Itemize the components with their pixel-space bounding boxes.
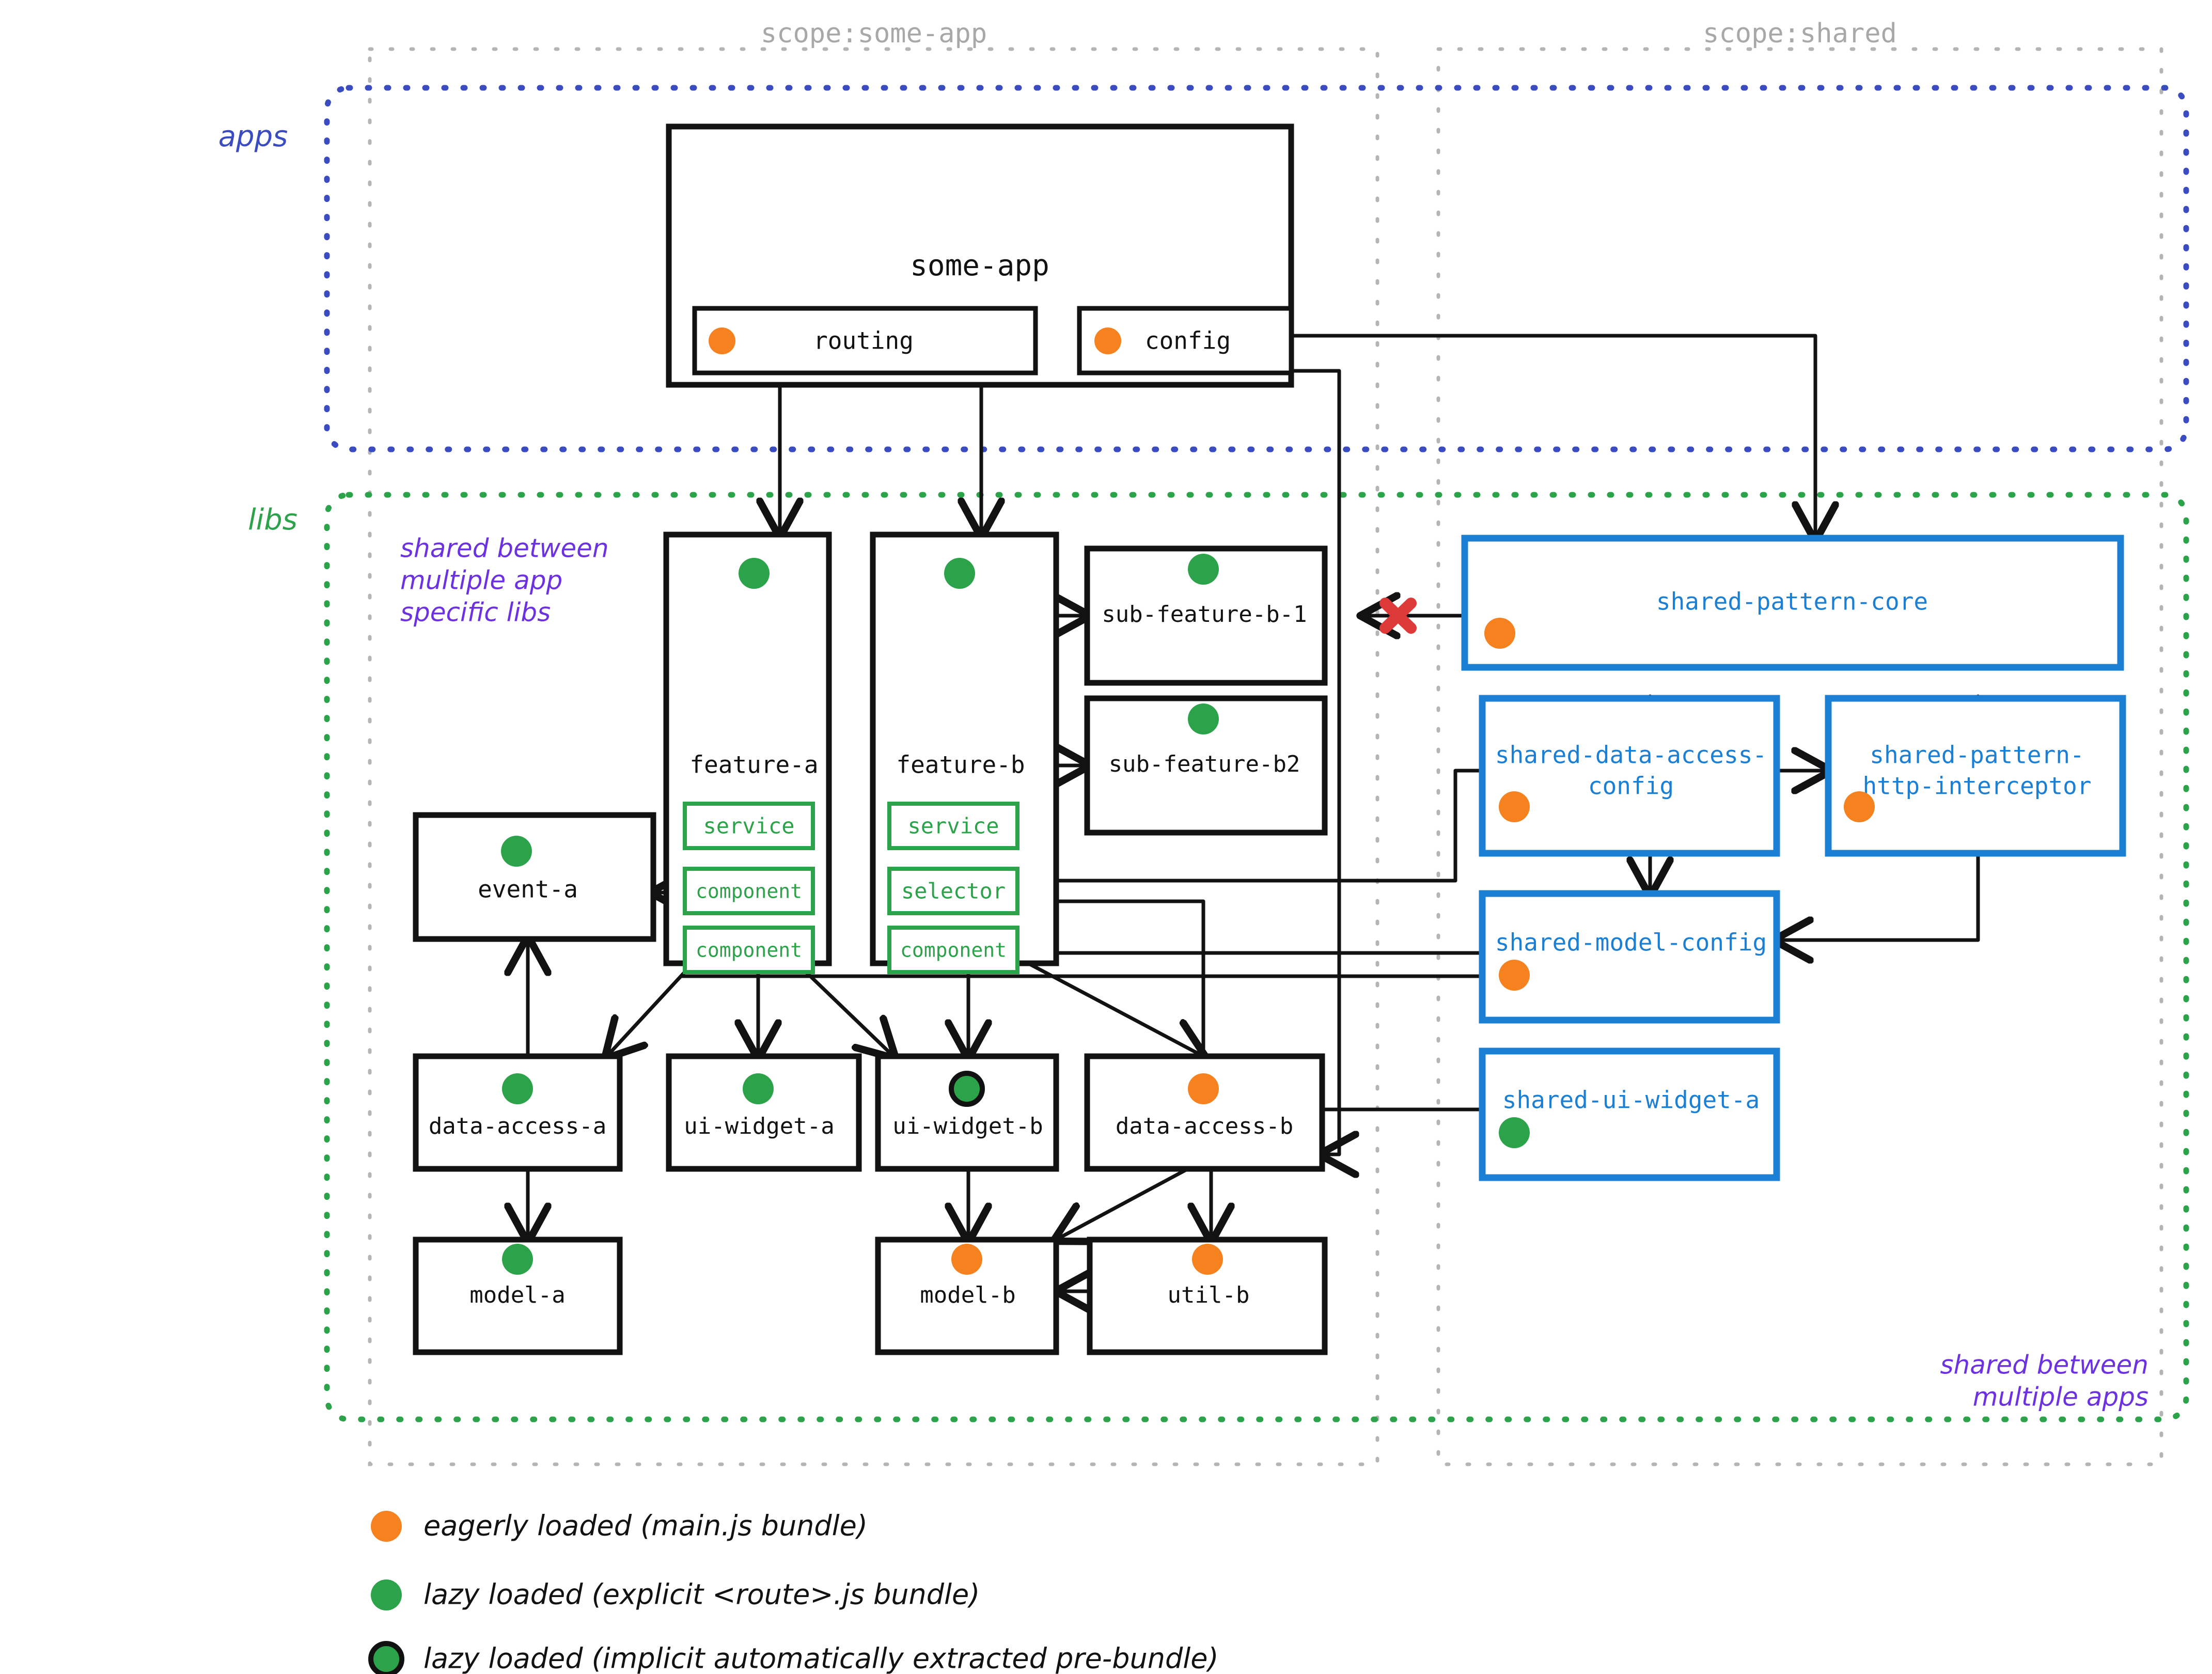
legend-item-lazy-implicit: lazy loaded (implicit automatically extr… — [368, 1641, 1219, 1674]
bundle-dot-lazy-explicit — [1499, 1117, 1530, 1148]
shared-lib-box-shared-ui-widget-a[interactable]: shared-ui-widget-a — [1479, 1047, 1780, 1181]
legend-label: eagerly loaded (main.js bundle) — [423, 1510, 868, 1542]
lib-label: feature-a — [689, 751, 818, 779]
lib-part-label: component — [696, 939, 802, 962]
lib-label: ui-widget-b — [892, 1113, 1043, 1139]
shared-lib-label: shared-pattern-core — [1656, 588, 1928, 616]
legend: eagerly loaded (main.js bundle) lazy loa… — [368, 1510, 1219, 1674]
lib-part-label: selector — [901, 879, 1006, 904]
shared-lib-label: shared-data-access- — [1495, 741, 1767, 769]
edge-data-access-b-to-model-b — [1056, 1167, 1190, 1240]
shared-lib-label: shared-ui-widget-a — [1502, 1086, 1760, 1114]
lib-box-ui-widget-a[interactable]: ui-widget-a — [666, 1053, 862, 1172]
lib-part-feature-a-component-2[interactable]: component — [683, 926, 815, 974]
bundle-dot-lazy-explicit — [944, 558, 975, 589]
bundle-dot-eager — [1192, 1244, 1223, 1275]
note-shared-multiple-apps: shared between multiple apps — [1940, 1350, 2148, 1412]
lib-box-event-a[interactable]: event-a — [413, 812, 656, 942]
shared-lib-box-shared-pattern-http-interceptor[interactable]: shared-pattern- http-interceptor — [1825, 695, 2126, 857]
bundle-dot-eager — [709, 327, 735, 354]
legend-item-eager: eagerly loaded (main.js bundle) — [371, 1510, 868, 1542]
lib-box-data-access-a[interactable]: data-access-a — [413, 1053, 623, 1172]
legend-label: lazy loaded (explicit <route>.js bundle) — [423, 1578, 980, 1611]
bundle-dot-lazy-implicit — [949, 1071, 985, 1107]
lib-part-feature-b-selector[interactable]: selector — [887, 867, 1019, 915]
legend-item-lazy-explicit: lazy loaded (explicit <route>.js bundle) — [371, 1578, 980, 1611]
bundle-dot-eager — [951, 1244, 982, 1275]
bundle-dot-lazy-explicit — [371, 1579, 402, 1610]
lib-part-label: service — [703, 813, 794, 839]
lib-part-feature-a-service[interactable]: service — [683, 802, 815, 850]
lib-label: data-access-b — [1116, 1113, 1293, 1139]
note-line: shared between — [1940, 1350, 2148, 1380]
shared-lib-box-shared-model-config[interactable]: shared-model-config — [1479, 890, 1780, 1024]
lib-label: ui-widget-a — [684, 1113, 834, 1139]
bundle-dot-eager — [1499, 960, 1530, 991]
lib-part-label: component — [900, 939, 1007, 962]
note-line: specific libs — [400, 598, 551, 628]
lib-part-feature-b-service[interactable]: service — [887, 802, 1019, 850]
shared-lib-label: config — [1588, 772, 1674, 800]
scope-shared-label: scope:shared — [1703, 18, 1897, 49]
shared-lib-box-shared-pattern-core[interactable]: shared-pattern-core — [1461, 535, 2124, 671]
app-part-label: config — [1145, 327, 1231, 355]
lib-label: model-a — [469, 1282, 565, 1308]
app-part-routing[interactable]: routing — [692, 306, 1038, 376]
legend-label: lazy loaded (implicit automatically extr… — [423, 1642, 1219, 1674]
libs-layer-label: libs — [248, 503, 297, 537]
app-part-config[interactable]: config — [1077, 306, 1294, 376]
lib-box-model-b[interactable]: model-b — [875, 1237, 1059, 1355]
bundle-dot-lazy-explicit — [1188, 703, 1219, 734]
shared-lib-label: http-interceptor — [1862, 772, 2091, 800]
lib-box-sub-feature-b-1[interactable]: sub-feature-b-1 — [1084, 545, 1328, 686]
bundle-dot-eager — [1188, 1073, 1219, 1104]
lib-box-util-b[interactable]: util-b — [1087, 1237, 1328, 1355]
note-line: multiple apps — [1973, 1382, 2148, 1412]
note-app-specific-libs: shared between multiple app specific lib… — [400, 534, 609, 628]
note-line: multiple app — [400, 566, 562, 596]
lib-box-sub-feature-b2[interactable]: sub-feature-b2 — [1084, 695, 1328, 836]
bundle-dot-lazy-explicit — [502, 1244, 533, 1275]
bundle-dot-lazy-explicit — [1188, 554, 1219, 585]
scope-some-app-label: scope:some-app — [761, 18, 987, 49]
lib-part-feature-a-component-1[interactable]: component — [683, 867, 815, 915]
bundle-dot-eager — [371, 1511, 402, 1542]
app-title: some-app — [910, 249, 1049, 283]
lib-part-label: service — [907, 813, 999, 839]
lib-box-data-access-b[interactable]: data-access-b — [1084, 1053, 1325, 1172]
bundle-dot-lazy-explicit — [502, 1073, 533, 1104]
lib-label: sub-feature-b-1 — [1102, 601, 1307, 628]
bundle-dot-eager — [1484, 618, 1515, 649]
architecture-diagram: scope:some-app scope:shared apps libs sh… — [0, 0, 2212, 1674]
lib-part-feature-b-component[interactable]: component — [887, 926, 1019, 974]
bundle-dot-lazy-implicit — [368, 1641, 404, 1674]
bundle-dot-lazy-explicit — [743, 1073, 774, 1104]
lib-label: model-b — [920, 1282, 1015, 1308]
bundle-dot-eager — [1844, 791, 1875, 822]
lib-label: event-a — [478, 875, 578, 903]
edge-config-to-shared-pattern-core — [1289, 334, 1815, 538]
bundle-dot-lazy-explicit — [501, 836, 532, 867]
lib-label: util-b — [1168, 1282, 1250, 1308]
shared-lib-box-shared-data-access-config[interactable]: shared-data-access- config — [1479, 695, 1780, 857]
shared-lib-label: shared-pattern- — [1870, 741, 2084, 769]
shared-lib-label: shared-model-config — [1495, 929, 1767, 957]
lib-box-model-a[interactable]: model-a — [413, 1237, 623, 1355]
edge-http-interceptor-to-shared-model-config — [1777, 850, 1980, 940]
apps-layer-label: apps — [218, 120, 288, 153]
bundle-dot-eager — [1094, 327, 1121, 354]
app-part-label: routing — [813, 327, 914, 355]
lib-label: feature-b — [896, 751, 1025, 779]
lib-label: sub-feature-b2 — [1109, 751, 1300, 777]
lib-box-ui-widget-b[interactable]: ui-widget-b — [875, 1053, 1059, 1172]
bundle-dot-lazy-explicit — [739, 558, 770, 589]
lib-label: data-access-a — [429, 1113, 606, 1139]
lib-part-label: component — [696, 880, 802, 903]
note-line: shared between — [400, 534, 609, 564]
bundle-dot-eager — [1499, 791, 1530, 822]
